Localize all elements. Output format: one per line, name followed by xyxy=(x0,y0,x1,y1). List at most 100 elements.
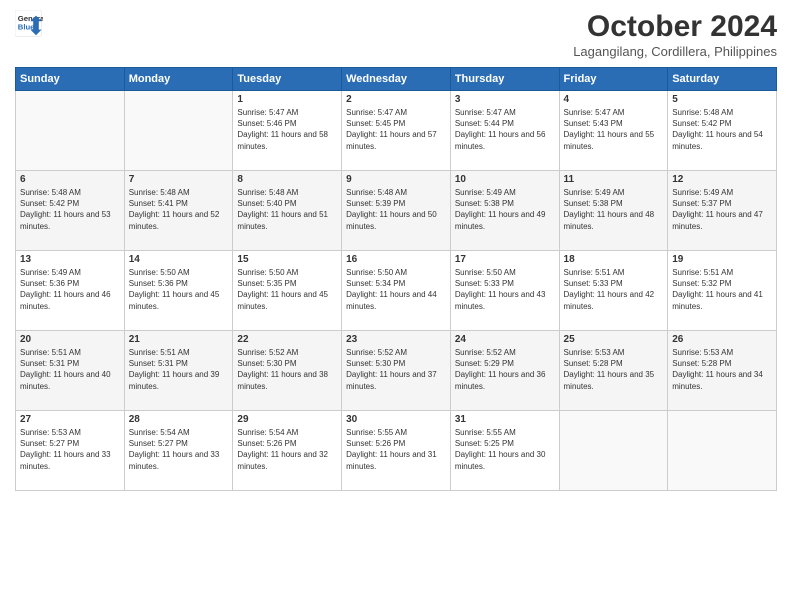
day-number: 11 xyxy=(564,174,664,185)
day-info: Sunrise: 5:47 AM Sunset: 5:43 PM Dayligh… xyxy=(564,107,664,152)
day-info: Sunrise: 5:47 AM Sunset: 5:46 PM Dayligh… xyxy=(237,107,337,152)
day-info: Sunrise: 5:48 AM Sunset: 5:40 PM Dayligh… xyxy=(237,187,337,232)
day-info: Sunrise: 5:48 AM Sunset: 5:42 PM Dayligh… xyxy=(672,107,772,152)
day-number: 5 xyxy=(672,94,772,105)
calendar-table: SundayMondayTuesdayWednesdayThursdayFrid… xyxy=(15,67,777,491)
day-number: 21 xyxy=(129,334,229,345)
day-number: 9 xyxy=(346,174,446,185)
day-info: Sunrise: 5:48 AM Sunset: 5:41 PM Dayligh… xyxy=(129,187,229,232)
day-number: 23 xyxy=(346,334,446,345)
day-info: Sunrise: 5:52 AM Sunset: 5:30 PM Dayligh… xyxy=(346,347,446,392)
calendar-cell: 12 Sunrise: 5:49 AM Sunset: 5:37 PM Dayli… xyxy=(668,171,777,251)
day-number: 22 xyxy=(237,334,337,345)
title-block: October 2024 Lagangilang, Cordillera, Ph… xyxy=(573,10,777,59)
svg-text:General: General xyxy=(18,14,43,23)
day-number: 10 xyxy=(455,174,555,185)
calendar-cell: 16 Sunrise: 5:50 AM Sunset: 5:34 PM Dayli… xyxy=(342,251,451,331)
week-row-5: 27Sunrise: 5:53 AM Sunset: 5:27 PM Dayli… xyxy=(16,411,777,491)
day-info: Sunrise: 5:55 AM Sunset: 5:25 PM Dayligh… xyxy=(455,427,555,472)
calendar-cell: 26Sunrise: 5:53 AM Sunset: 5:28 PM Dayli… xyxy=(668,331,777,411)
day-number: 29 xyxy=(237,414,337,425)
calendar-cell: 4Sunrise: 5:47 AM Sunset: 5:43 PM Daylig… xyxy=(559,91,668,171)
col-header-sunday: Sunday xyxy=(16,68,125,91)
col-header-wednesday: Wednesday xyxy=(342,68,451,91)
calendar-cell: 31 Sunrise: 5:55 AM Sunset: 5:25 PM Dayli… xyxy=(450,411,559,491)
col-header-monday: Monday xyxy=(124,68,233,91)
day-number: 13 xyxy=(20,254,120,265)
week-row-2: 6 Sunrise: 5:48 AM Sunset: 5:42 PM Daylig… xyxy=(16,171,777,251)
week-row-4: 20 Sunrise: 5:51 AM Sunset: 5:31 PM Dayli… xyxy=(16,331,777,411)
day-number: 2 xyxy=(346,94,446,105)
day-number: 6 xyxy=(20,174,120,185)
day-number: 15 xyxy=(237,254,337,265)
calendar-cell: 7 Sunrise: 5:48 AM Sunset: 5:41 PM Daylig… xyxy=(124,171,233,251)
day-number: 3 xyxy=(455,94,555,105)
calendar-cell: 18Sunrise: 5:51 AM Sunset: 5:33 PM Dayli… xyxy=(559,251,668,331)
day-number: 26 xyxy=(672,334,772,345)
calendar-cell xyxy=(668,411,777,491)
day-info: Sunrise: 5:50 AM Sunset: 5:34 PM Dayligh… xyxy=(346,267,446,312)
calendar-cell: 25Sunrise: 5:53 AM Sunset: 5:28 PM Dayli… xyxy=(559,331,668,411)
calendar-cell: 23 Sunrise: 5:52 AM Sunset: 5:30 PM Dayli… xyxy=(342,331,451,411)
day-info: Sunrise: 5:54 AM Sunset: 5:26 PM Dayligh… xyxy=(237,427,337,472)
calendar-cell: 20 Sunrise: 5:51 AM Sunset: 5:31 PM Dayli… xyxy=(16,331,125,411)
calendar-cell: 10Sunrise: 5:49 AM Sunset: 5:38 PM Dayli… xyxy=(450,171,559,251)
day-number: 7 xyxy=(129,174,229,185)
day-info: Sunrise: 5:50 AM Sunset: 5:33 PM Dayligh… xyxy=(455,267,555,312)
calendar-cell: 6 Sunrise: 5:48 AM Sunset: 5:42 PM Daylig… xyxy=(16,171,125,251)
day-info: Sunrise: 5:53 AM Sunset: 5:27 PM Dayligh… xyxy=(20,427,120,472)
day-info: Sunrise: 5:55 AM Sunset: 5:26 PM Dayligh… xyxy=(346,427,446,472)
day-info: Sunrise: 5:50 AM Sunset: 5:36 PM Dayligh… xyxy=(129,267,229,312)
day-number: 8 xyxy=(237,174,337,185)
day-info: Sunrise: 5:51 AM Sunset: 5:31 PM Dayligh… xyxy=(20,347,120,392)
calendar-cell: 29 Sunrise: 5:54 AM Sunset: 5:26 PM Dayli… xyxy=(233,411,342,491)
day-number: 28 xyxy=(129,414,229,425)
day-number: 16 xyxy=(346,254,446,265)
day-number: 19 xyxy=(672,254,772,265)
logo-icon: General Blue xyxy=(15,10,43,38)
calendar-cell: 5 Sunrise: 5:48 AM Sunset: 5:42 PM Daylig… xyxy=(668,91,777,171)
calendar-cell: 19Sunrise: 5:51 AM Sunset: 5:32 PM Dayli… xyxy=(668,251,777,331)
calendar-cell: 28 Sunrise: 5:54 AM Sunset: 5:27 PM Dayli… xyxy=(124,411,233,491)
calendar-cell: 2Sunrise: 5:47 AM Sunset: 5:45 PM Daylig… xyxy=(342,91,451,171)
calendar-cell: 15 Sunrise: 5:50 AM Sunset: 5:35 PM Dayli… xyxy=(233,251,342,331)
day-info: Sunrise: 5:52 AM Sunset: 5:30 PM Dayligh… xyxy=(237,347,337,392)
day-info: Sunrise: 5:48 AM Sunset: 5:42 PM Dayligh… xyxy=(20,187,120,232)
day-number: 24 xyxy=(455,334,555,345)
calendar-cell: 11 Sunrise: 5:49 AM Sunset: 5:38 PM Dayli… xyxy=(559,171,668,251)
day-number: 14 xyxy=(129,254,229,265)
calendar-cell xyxy=(124,91,233,171)
day-info: Sunrise: 5:49 AM Sunset: 5:37 PM Dayligh… xyxy=(672,187,772,232)
day-number: 1 xyxy=(237,94,337,105)
day-info: Sunrise: 5:50 AM Sunset: 5:35 PM Dayligh… xyxy=(237,267,337,312)
day-number: 18 xyxy=(564,254,664,265)
day-info: Sunrise: 5:51 AM Sunset: 5:31 PM Dayligh… xyxy=(129,347,229,392)
week-row-3: 13 Sunrise: 5:49 AM Sunset: 5:36 PM Dayli… xyxy=(16,251,777,331)
day-info: Sunrise: 5:49 AM Sunset: 5:36 PM Dayligh… xyxy=(20,267,120,312)
header-row: SundayMondayTuesdayWednesdayThursdayFrid… xyxy=(16,68,777,91)
day-number: 31 xyxy=(455,414,555,425)
col-header-friday: Friday xyxy=(559,68,668,91)
calendar-cell: 14 Sunrise: 5:50 AM Sunset: 5:36 PM Dayli… xyxy=(124,251,233,331)
subtitle: Lagangilang, Cordillera, Philippines xyxy=(573,44,777,59)
header: General Blue October 2024 Lagangilang, C… xyxy=(15,10,777,59)
day-number: 30 xyxy=(346,414,446,425)
calendar-cell: 13 Sunrise: 5:49 AM Sunset: 5:36 PM Dayli… xyxy=(16,251,125,331)
day-number: 12 xyxy=(672,174,772,185)
col-header-thursday: Thursday xyxy=(450,68,559,91)
day-info: Sunrise: 5:52 AM Sunset: 5:29 PM Dayligh… xyxy=(455,347,555,392)
day-number: 25 xyxy=(564,334,664,345)
calendar-cell: 9 Sunrise: 5:48 AM Sunset: 5:39 PM Daylig… xyxy=(342,171,451,251)
page: General Blue October 2024 Lagangilang, C… xyxy=(0,0,792,612)
calendar-cell: 30 Sunrise: 5:55 AM Sunset: 5:26 PM Dayli… xyxy=(342,411,451,491)
calendar-cell: 3 Sunrise: 5:47 AM Sunset: 5:44 PM Daylig… xyxy=(450,91,559,171)
day-info: Sunrise: 5:49 AM Sunset: 5:38 PM Dayligh… xyxy=(564,187,664,232)
day-number: 20 xyxy=(20,334,120,345)
col-header-tuesday: Tuesday xyxy=(233,68,342,91)
day-info: Sunrise: 5:47 AM Sunset: 5:44 PM Dayligh… xyxy=(455,107,555,152)
day-info: Sunrise: 5:48 AM Sunset: 5:39 PM Dayligh… xyxy=(346,187,446,232)
day-info: Sunrise: 5:54 AM Sunset: 5:27 PM Dayligh… xyxy=(129,427,229,472)
calendar-cell: 22 Sunrise: 5:52 AM Sunset: 5:30 PM Dayli… xyxy=(233,331,342,411)
month-title: October 2024 xyxy=(573,10,777,44)
day-number: 17 xyxy=(455,254,555,265)
